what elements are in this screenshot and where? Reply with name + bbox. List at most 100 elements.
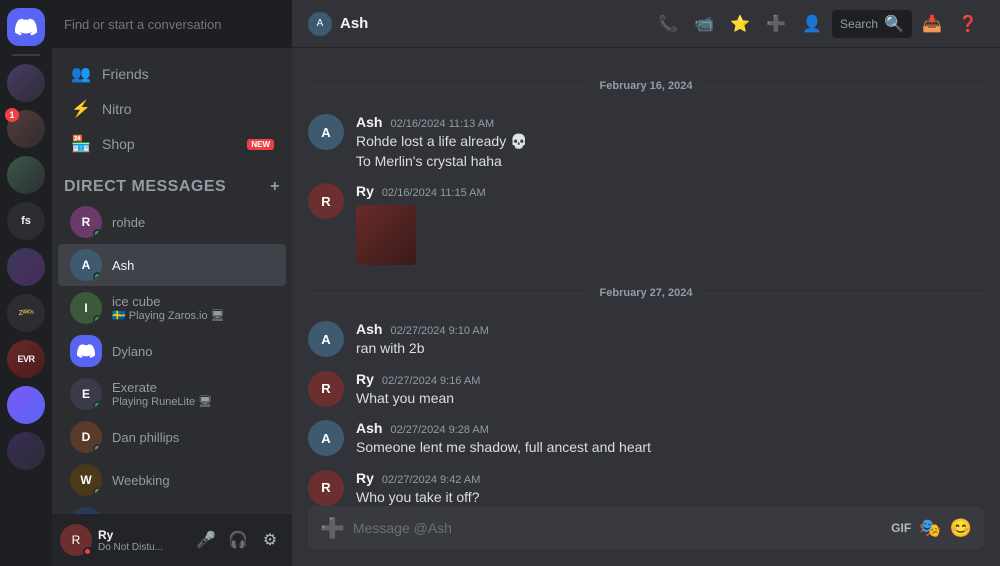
dm-item-info-weebking: Weebking xyxy=(112,473,170,488)
mic-button[interactable]: 🎤 xyxy=(192,526,220,554)
msg-header-ry-3: Ry 02/27/2024 9:42 AM xyxy=(356,470,984,486)
header-search[interactable]: Search 🔍 xyxy=(832,10,912,38)
msg-timestamp-ash-2: 02/27/2024 9:10 AM xyxy=(390,325,488,337)
msg-avatar-ry-3: R xyxy=(308,470,344,506)
add-attachment-button[interactable]: ➕ xyxy=(320,516,345,541)
msg-avatar-ash-1: A xyxy=(308,114,344,150)
server-icon-evr[interactable]: EVR xyxy=(7,340,45,378)
friends-label: Friends xyxy=(102,66,149,82)
msg-header-ry-1: Ry 02/16/2024 11:15 AM xyxy=(356,183,984,199)
server-icon-3[interactable] xyxy=(7,156,45,194)
user-panel: R Ry Do Not Distu... 🎤 🎧 ⚙ xyxy=(52,514,292,566)
add-friend-button[interactable]: ➕ xyxy=(760,8,792,40)
status-exerate xyxy=(93,401,102,410)
msg-avatar-ry-2: R xyxy=(308,371,344,407)
msg-content-ry-3: Ry 02/27/2024 9:42 AM Who you take it of… xyxy=(356,470,984,506)
dm-item-name-dylano: Dylano xyxy=(112,344,152,359)
dm-item-weebking[interactable]: W Weebking xyxy=(58,459,286,501)
message-group-ry-3: R Ry 02/27/2024 9:42 AM Who you take it … xyxy=(292,466,1000,506)
shop-label: Shop xyxy=(102,136,135,152)
settings-button[interactable]: ⚙ xyxy=(256,526,284,554)
message-input[interactable] xyxy=(353,520,883,536)
dm-item-unique[interactable]: U Unique xyxy=(58,502,286,514)
message-group-ry-2: R Ry 02/27/2024 9:16 AM What you mean xyxy=(292,367,1000,413)
user-panel-avatar: R xyxy=(60,524,92,556)
msg-author-ry-1: Ry xyxy=(356,183,374,199)
server-icon-discord[interactable] xyxy=(7,8,45,46)
add-dm-icon[interactable]: + xyxy=(270,178,280,196)
server-icon-8[interactable] xyxy=(7,386,45,424)
date-label-feb27: February 27, 2024 xyxy=(588,287,705,299)
msg-author-ry-2: Ry xyxy=(356,371,374,387)
dm-item-dylano[interactable]: Dylano xyxy=(58,330,286,372)
msg-text-ry-3: Who you take it off? xyxy=(356,488,984,506)
msg-timestamp-ry-2: 02/27/2024 9:16 AM xyxy=(382,375,480,387)
message-group-ry-1: R Ry 02/16/2024 11:15 AM xyxy=(292,179,1000,269)
dm-search-bar[interactable] xyxy=(52,0,292,48)
chat-header-avatar: A xyxy=(308,12,332,36)
msg-avatar-ash-2: A xyxy=(308,321,344,357)
msg-image-ry-1 xyxy=(356,205,416,265)
nitro-label: Nitro xyxy=(102,101,132,117)
inbox-button[interactable]: 📥 xyxy=(916,8,948,40)
msg-content-ash-3: Ash 02/27/2024 9:28 AM Someone lent me s… xyxy=(356,420,984,458)
dm-avatar-weebking: W xyxy=(70,464,102,496)
dm-item-dan-phillips[interactable]: D Dan phillips xyxy=(58,416,286,458)
server-icon-1[interactable] xyxy=(7,64,45,102)
dm-item-name-exerate: Exerate xyxy=(112,380,212,395)
dm-avatar-unique: U xyxy=(70,507,102,514)
server-icon-zaros[interactable]: Zᴬᴿᴼˢ xyxy=(7,294,45,332)
dm-item-sub-exerate: Playing RuneLite 🖥 xyxy=(112,395,212,408)
nav-nitro[interactable]: ⚡ Nitro xyxy=(58,92,286,126)
msg-timestamp-ash-3: 02/27/2024 9:28 AM xyxy=(390,424,488,436)
friends-icon: 👥 xyxy=(70,63,92,85)
dm-avatar-ash: A xyxy=(70,249,102,281)
nav-shop[interactable]: 🏪 Shop NEW xyxy=(58,127,286,161)
user-panel-status: Do Not Distu... xyxy=(98,542,186,553)
search-input[interactable] xyxy=(64,17,280,32)
video-button[interactable]: 📹 xyxy=(688,8,720,40)
dm-section-header: DIRECT MESSAGES + xyxy=(52,174,292,200)
nav-friends[interactable]: 👥 Friends xyxy=(58,57,286,91)
dm-item-rohde[interactable]: R rohde xyxy=(58,201,286,243)
server-icon-9[interactable] xyxy=(7,432,45,470)
msg-timestamp-ry-1: 02/16/2024 11:15 AM xyxy=(382,187,486,199)
status-icecube xyxy=(93,315,102,324)
server-divider xyxy=(12,54,40,56)
emoji-button[interactable]: 😊 xyxy=(950,518,972,539)
server-icon-fs[interactable]: fs xyxy=(7,202,45,240)
msg-text-ash-1: Rohde lost a life already 💀 xyxy=(356,132,984,152)
msg-text-ry-2: What you mean xyxy=(356,389,984,409)
dm-item-icecube[interactable]: I ice cube 🇸🇪 Playing Zaros.io 🖥 xyxy=(58,287,286,329)
call-button[interactable]: 📞 xyxy=(652,8,684,40)
msg-author-ash-1: Ash xyxy=(356,114,382,130)
server-icon-5[interactable] xyxy=(7,248,45,286)
server-sidebar: 1 fs Zᴬᴿᴼˢ EVR xyxy=(0,0,52,566)
user-profile-button[interactable]: 👤 xyxy=(796,8,828,40)
sticker-button[interactable]: 🎭 xyxy=(919,518,941,539)
date-label-feb16: February 16, 2024 xyxy=(588,80,705,92)
dm-item-name-weebking: Weebking xyxy=(112,473,170,488)
dm-item-name-icecube: ice cube xyxy=(112,294,225,309)
msg-header-ry-2: Ry 02/27/2024 9:16 AM xyxy=(356,371,984,387)
dm-item-name-ash: Ash xyxy=(112,258,134,273)
headphone-button[interactable]: 🎧 xyxy=(224,526,252,554)
dm-item-name-rohde: rohde xyxy=(112,215,145,230)
help-button[interactable]: ❓ xyxy=(952,8,984,40)
msg-content-ry-2: Ry 02/27/2024 9:16 AM What you mean xyxy=(356,371,984,409)
msg-text-ash-1b: To Merlin's crystal haha xyxy=(356,152,984,172)
msg-avatar-ry-1: R xyxy=(308,183,344,219)
shop-new-badge: NEW xyxy=(247,139,274,150)
nitro-button[interactable]: ⭐ xyxy=(724,8,756,40)
msg-header-ash-3: Ash 02/27/2024 9:28 AM xyxy=(356,420,984,436)
gif-button[interactable]: GIF xyxy=(891,521,911,535)
dm-item-exerate[interactable]: E Exerate Playing RuneLite 🖥 xyxy=(58,373,286,415)
dm-list: R rohde A Ash I ice cube xyxy=(52,200,292,514)
dm-avatar-dan-phillips: D xyxy=(70,421,102,453)
message-group-ash-2: A Ash 02/27/2024 9:10 AM ran with 2b xyxy=(292,317,1000,363)
dm-item-ash[interactable]: A Ash xyxy=(58,244,286,286)
msg-content-ry-1: Ry 02/16/2024 11:15 AM xyxy=(356,183,984,265)
server-icon-2[interactable]: 1 xyxy=(7,110,45,148)
dm-item-info-dylano: Dylano xyxy=(112,344,152,359)
dm-item-info-icecube: ice cube 🇸🇪 Playing Zaros.io 🖥 xyxy=(112,294,225,322)
